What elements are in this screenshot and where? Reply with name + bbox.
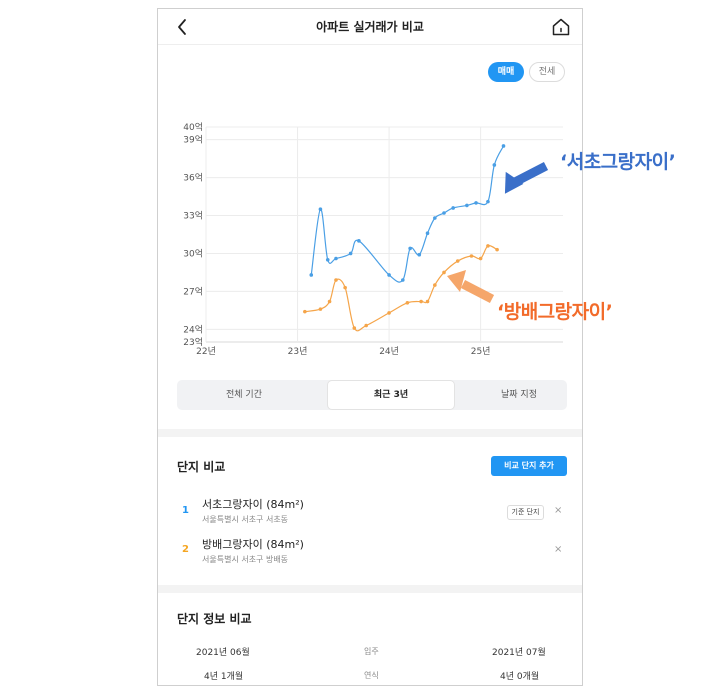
orange-arrow-icon: [447, 270, 495, 303]
blue-arrow-icon: [504, 162, 549, 194]
stage: 아파트 실거래가 비교 매매 전세 23억 24억 27억 30억 33억 36억 39억 4…: [0, 0, 721, 693]
annotation-arrows: [447, 162, 549, 303]
